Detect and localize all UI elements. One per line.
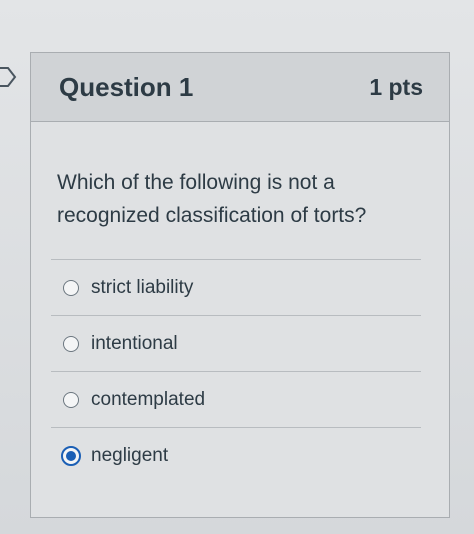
radio-button[interactable]	[63, 279, 79, 296]
answer-label[interactable]: strict liability	[91, 277, 193, 299]
answer-option[interactable]: contemplated	[51, 371, 421, 427]
answer-option[interactable]: intentional	[51, 315, 421, 371]
radio-button[interactable]	[63, 335, 79, 352]
flag-question-icon[interactable]	[0, 64, 18, 90]
question-title: Question 1	[59, 71, 194, 102]
radio-button[interactable]	[63, 391, 79, 408]
answer-option[interactable]: strict liability	[51, 259, 421, 315]
answer-label[interactable]: intentional	[91, 333, 178, 355]
question-header: Question 1 1 pts	[31, 53, 449, 122]
question-points: 1 pts	[369, 73, 423, 100]
answer-option-selected[interactable]: negligent	[51, 427, 421, 483]
answer-list: strict liability intentional contemplate…	[51, 259, 421, 483]
answer-label[interactable]: negligent	[91, 445, 168, 467]
answer-label[interactable]: contemplated	[91, 389, 205, 411]
radio-button-selected[interactable]	[61, 445, 81, 466]
question-card: Question 1 1 pts Which of the following …	[30, 52, 450, 518]
question-text: Which of the following is not a recogniz…	[57, 171, 367, 227]
quiz-page: Question 1 1 pts Which of the following …	[0, 0, 474, 534]
